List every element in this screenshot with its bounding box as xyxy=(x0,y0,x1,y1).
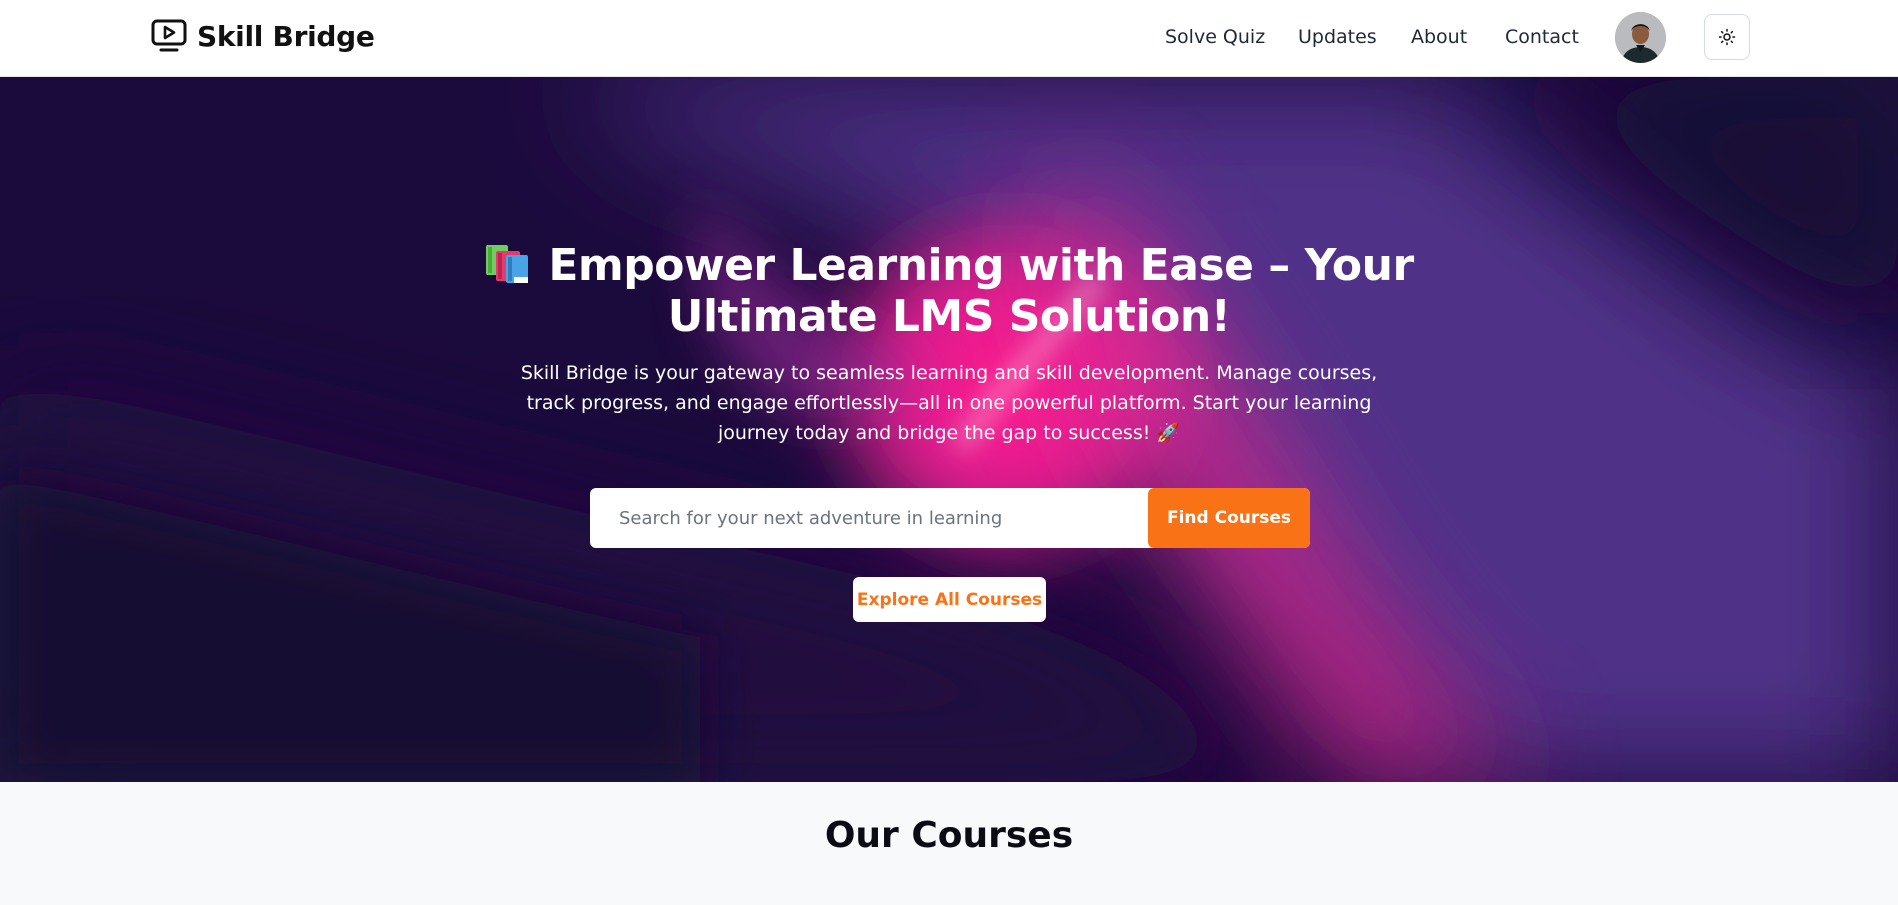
sun-icon xyxy=(1718,28,1736,46)
hero-section: Empower Learning with Ease – Your Ultima… xyxy=(0,77,1898,782)
video-play-icon xyxy=(151,19,187,52)
hero-title-text: Empower Learning with Ease – Your Ultima… xyxy=(548,240,1414,342)
user-avatar[interactable] xyxy=(1615,12,1666,63)
brand-logo[interactable]: Skill Bridge xyxy=(151,18,375,54)
courses-section-title: Our Courses xyxy=(824,815,1074,856)
theme-toggle-button[interactable] xyxy=(1704,14,1750,60)
find-courses-button[interactable]: Find Courses xyxy=(1148,488,1310,548)
brand-name: Skill Bridge xyxy=(197,19,375,53)
avatar-image xyxy=(1615,12,1666,63)
hero-description: Skill Bridge is your gateway to seamless… xyxy=(520,362,1378,444)
course-search-form: Find Courses xyxy=(590,488,1310,548)
nav-link-contact[interactable]: Contact xyxy=(1505,26,1579,48)
course-search-input[interactable] xyxy=(590,488,1148,548)
nav-link-solve-quiz[interactable]: Solve Quiz xyxy=(1165,26,1265,48)
nav-link-updates[interactable]: Updates xyxy=(1298,26,1377,48)
nav-link-about[interactable]: About xyxy=(1411,26,1467,48)
books-icon xyxy=(486,245,529,283)
hero-title: Empower Learning with Ease – Your Ultima… xyxy=(449,240,1449,342)
explore-all-courses-button[interactable]: Explore All Courses xyxy=(853,577,1046,622)
navbar: Skill Bridge Solve Quiz Updates About Co… xyxy=(0,0,1898,77)
